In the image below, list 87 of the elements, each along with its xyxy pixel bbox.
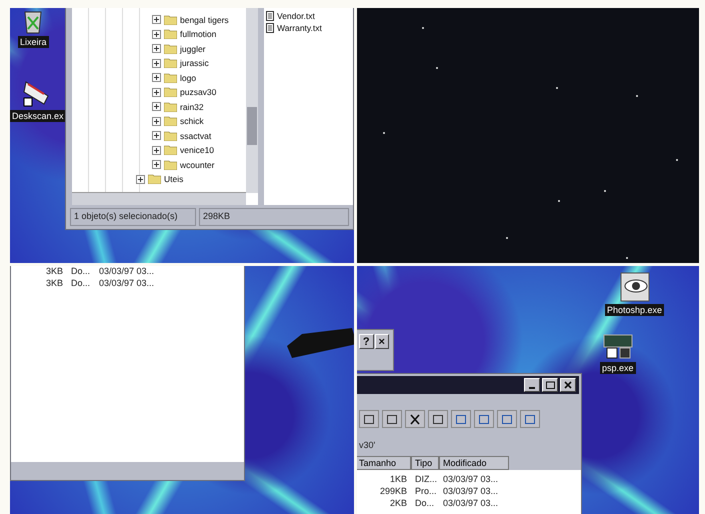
expand-icon[interactable] [152, 44, 161, 54]
expand-icon[interactable] [152, 102, 161, 112]
tree-item[interactable]: jurassic [152, 56, 209, 70]
toolbar-icon [501, 414, 513, 424]
toolbar-button[interactable] [359, 410, 379, 428]
toolbar-icon [524, 414, 536, 424]
folder-icon [148, 174, 161, 184]
tree-item[interactable]: juggler [152, 42, 206, 56]
tree-item[interactable]: wcounter [152, 158, 214, 172]
toolbar-icon [363, 414, 375, 424]
eye-icon [620, 272, 650, 302]
size-cell-text: 1KB [388, 474, 408, 484]
maximize-icon [546, 381, 554, 389]
folder-icon [164, 87, 177, 98]
toolbar-icon [432, 414, 444, 424]
folder-icon [164, 116, 177, 126]
folder-icon [164, 160, 177, 170]
expand-icon[interactable] [152, 73, 161, 82]
folder-icon [164, 102, 177, 112]
expand-icon[interactable] [152, 131, 161, 140]
type-cell-text: Do... [70, 266, 92, 276]
status-text: 298KB [199, 208, 349, 226]
folder-icon [164, 44, 177, 54]
expand-icon[interactable] [152, 116, 161, 126]
modified-cell-text: 03/03/97 03... [442, 474, 500, 484]
folder-icon [164, 58, 177, 68]
file-row[interactable]: 3KB Do... 03/03/97 03... [11, 278, 244, 288]
close-button[interactable]: × [374, 334, 389, 349]
close-icon [564, 381, 572, 389]
expand-icon[interactable] [136, 174, 145, 184]
modified-cell-text: 03/03/97 03... [442, 486, 500, 496]
minimize-button[interactable] [524, 378, 540, 392]
toolbar-icon [409, 414, 421, 424]
expand-icon[interactable] [152, 146, 161, 155]
type-cell-text: Pro... [414, 486, 438, 496]
toolbar-button[interactable] [382, 410, 402, 428]
expand-icon[interactable] [152, 30, 161, 39]
tree-item[interactable]: puzsav30 [152, 86, 216, 99]
column-header[interactable]: Tamanho [357, 456, 411, 470]
file-row[interactable]: 1KB DIZ... 03/03/97 03... [357, 474, 581, 484]
modified-cell-text: 03/03/97 03... [98, 278, 156, 288]
folder-icon [164, 72, 177, 83]
tree-item[interactable]: logo [152, 71, 196, 84]
size-cell-text: 3KB [44, 278, 64, 288]
column-header[interactable]: Tipo [411, 456, 439, 470]
size-cell-text: 3KB [44, 266, 64, 276]
modified-cell-text: 03/03/97 03... [98, 266, 156, 276]
tree-item[interactable]: schick [152, 114, 204, 128]
file-item[interactable]: Warranty.txt [266, 23, 322, 33]
folder-icon [164, 29, 177, 40]
tree-item[interactable]: rain32 [152, 100, 204, 114]
tree-item[interactable]: bengal tigers [152, 13, 229, 26]
toolbar-icon [455, 414, 467, 424]
file-row[interactable]: 299KB Pro... 03/03/97 03... [357, 486, 581, 496]
folder-icon [164, 130, 177, 141]
file-row[interactable]: 3KB Do... 03/03/97 03... [11, 266, 244, 276]
tree-item[interactable]: Uteis [136, 172, 184, 186]
status-text: 1 objeto(s) selecionado(s) [70, 208, 196, 226]
tree-item[interactable]: fullmotion [152, 28, 216, 41]
maximize-button[interactable] [542, 378, 558, 392]
toolbar-icon [386, 414, 398, 424]
toolbar-button[interactable] [428, 410, 448, 428]
expand-icon[interactable] [152, 15, 161, 24]
vertical-scrollbar[interactable] [246, 8, 258, 193]
expand-icon[interactable] [152, 58, 161, 68]
address-text: v30' [358, 439, 376, 452]
column-header[interactable]: Modificado [439, 456, 509, 470]
file-item[interactable]: Vendor.txt [266, 11, 315, 21]
type-cell-text: Do... [414, 498, 436, 508]
size-cell-text: 2KB [388, 498, 408, 508]
expand-icon[interactable] [152, 160, 161, 170]
folder-icon [164, 14, 177, 25]
toolbar-button[interactable] [405, 410, 425, 428]
close-button[interactable] [560, 378, 576, 392]
type-cell-text: Do... [70, 278, 92, 288]
program-icon [602, 334, 633, 360]
tree-item[interactable]: ssactvat [152, 129, 212, 142]
toolbar-icon [478, 414, 490, 424]
horizontal-scrollbar[interactable] [72, 192, 246, 205]
file-row[interactable]: 2KB Do... 03/03/97 03... [357, 498, 581, 508]
tree-item[interactable]: venice10 [152, 144, 214, 157]
expand-icon[interactable] [152, 88, 161, 97]
size-cell-text: 299KB [378, 486, 408, 496]
modified-cell-text: 03/03/97 03... [442, 498, 500, 508]
folder-icon [164, 145, 177, 156]
help-button[interactable]: ? [359, 334, 374, 349]
type-cell-text: DIZ... [414, 474, 438, 484]
